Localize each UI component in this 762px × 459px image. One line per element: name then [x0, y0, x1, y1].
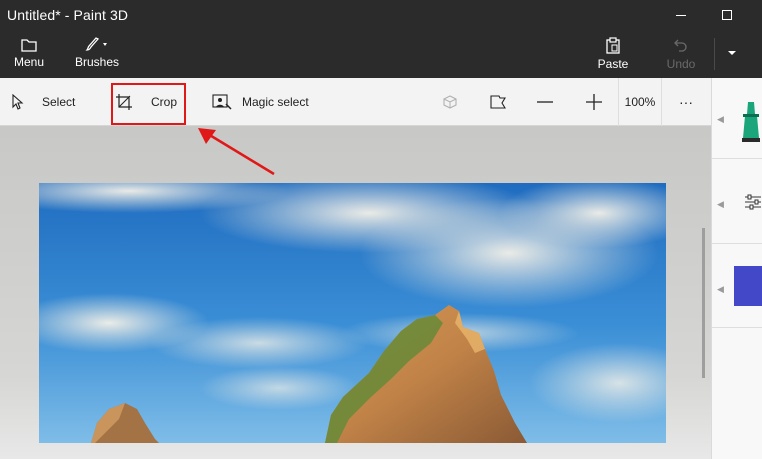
undo-button[interactable]: Undo: [659, 30, 703, 78]
tool-bar: Select Crop Magic select 100% ···: [0, 78, 711, 126]
undo-label: Undo: [666, 57, 696, 71]
window-title: Untitled* - Paint 3D: [7, 7, 129, 23]
select-tool-button[interactable]: Select: [10, 78, 75, 126]
side-panel: ◀ ◀ ◀: [711, 78, 762, 459]
cursor-icon: [12, 94, 24, 110]
paste-button[interactable]: Paste: [592, 30, 634, 78]
view-button[interactable]: [486, 90, 510, 114]
minimize-button[interactable]: [658, 0, 704, 30]
undo-icon: [674, 39, 687, 52]
crop-highlight-box: [111, 83, 186, 125]
title-bar: Untitled* - Paint 3D: [0, 0, 762, 30]
vertical-scrollbar[interactable]: [702, 228, 705, 378]
plus-icon: [586, 94, 602, 110]
brush-icon: [85, 37, 107, 51]
marker-icon: [742, 102, 760, 142]
view-3d-button[interactable]: [438, 90, 462, 114]
brushes-label: Brushes: [74, 55, 120, 69]
settings-panel-section[interactable]: ◀: [712, 159, 762, 244]
image-canvas[interactable]: [39, 183, 666, 443]
folder-icon: [21, 39, 37, 52]
view-flag-icon: [490, 95, 506, 109]
brush-panel-section[interactable]: ◀: [712, 78, 762, 159]
selected-color-swatch[interactable]: [734, 266, 762, 306]
caret-down-icon: [728, 51, 736, 55]
command-divider: [714, 38, 715, 70]
expand-commands-button[interactable]: [720, 40, 744, 66]
menu-label: Menu: [13, 55, 45, 69]
command-bar: Menu Brushes Paste Undo: [0, 30, 762, 78]
minus-icon: [537, 101, 553, 103]
chevron-left-icon: ◀: [717, 284, 724, 294]
paste-label: Paste: [597, 57, 629, 71]
zoom-out-button[interactable]: [533, 90, 557, 114]
color-panel-section[interactable]: ◀: [712, 244, 762, 328]
more-options-button[interactable]: ···: [674, 90, 698, 114]
maximize-button[interactable]: [704, 0, 750, 30]
chevron-left-icon: ◀: [717, 199, 724, 209]
maximize-icon: [722, 10, 732, 20]
magic-select-label: Magic select: [242, 95, 309, 109]
clipboard-icon: [606, 37, 620, 54]
select-label: Select: [42, 95, 76, 109]
sliders-icon: [745, 194, 761, 210]
zoom-level[interactable]: 100%: [618, 78, 662, 126]
magic-select-tool-button[interactable]: Magic select: [212, 78, 309, 126]
minimize-icon: [676, 14, 686, 16]
brushes-button[interactable]: Brushes: [70, 30, 124, 78]
annotation-arrow: [198, 128, 275, 176]
3d-view-icon: [443, 95, 457, 109]
chevron-left-icon: ◀: [717, 114, 724, 124]
magic-select-icon: [212, 94, 232, 110]
zoom-in-button[interactable]: [582, 90, 606, 114]
menu-button[interactable]: Menu: [6, 30, 52, 78]
landscape-image: [39, 183, 666, 443]
